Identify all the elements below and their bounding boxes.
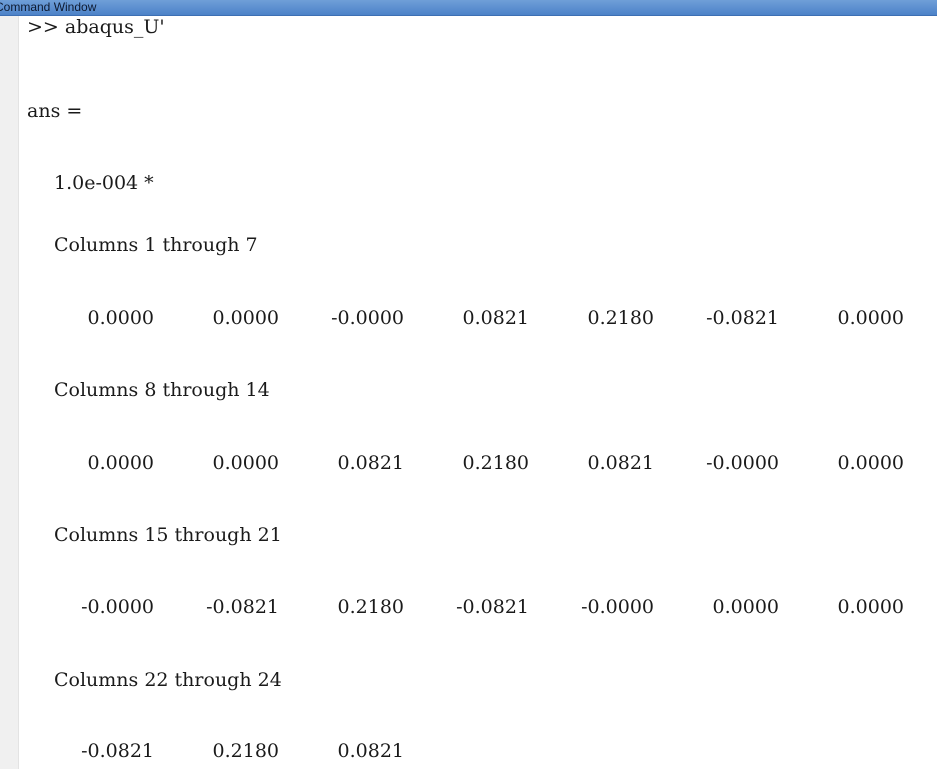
value-cell: -0.0821 bbox=[206, 596, 279, 618]
window-titlebar[interactable]: Command Window bbox=[0, 0, 937, 16]
columns-header: Columns 22 through 24 bbox=[54, 669, 282, 691]
value-cell: 0.2180 bbox=[212, 740, 279, 762]
ans-label: ans = bbox=[27, 100, 83, 122]
value-cell: 0.0000 bbox=[87, 452, 154, 474]
value-cell: -0.0821 bbox=[81, 740, 154, 762]
columns-header: Columns 15 through 21 bbox=[54, 524, 282, 546]
scale-factor: 1.0e-004 * bbox=[54, 172, 154, 194]
value-cell: 0.0000 bbox=[837, 452, 904, 474]
command-line: >> abaqus_U' bbox=[27, 16, 165, 38]
value-cell: 0.0821 bbox=[337, 740, 404, 762]
value-cell: 0.2180 bbox=[462, 452, 529, 474]
value-cell: -0.0000 bbox=[581, 596, 654, 618]
value-cell: -0.0821 bbox=[456, 596, 529, 618]
value-cell: 0.0000 bbox=[837, 596, 904, 618]
value-cell: 0.0000 bbox=[212, 307, 279, 329]
value-cell: 0.0821 bbox=[587, 452, 654, 474]
value-cell: -0.0000 bbox=[81, 596, 154, 618]
columns-header: Columns 8 through 14 bbox=[54, 379, 270, 401]
value-cell: 0.0821 bbox=[337, 452, 404, 474]
window-title: Command Window bbox=[0, 0, 97, 14]
console-gutter bbox=[0, 16, 19, 769]
value-cell: -0.0000 bbox=[706, 452, 779, 474]
value-cell: 0.2180 bbox=[337, 596, 404, 618]
value-cell: -0.0000 bbox=[331, 307, 404, 329]
columns-header: Columns 1 through 7 bbox=[54, 234, 258, 256]
value-cell: 0.0000 bbox=[212, 452, 279, 474]
command-window: Command Window >> abaqus_U' ans = 1.0e-0… bbox=[0, 0, 937, 769]
value-cell: -0.0821 bbox=[706, 307, 779, 329]
value-cell: 0.0000 bbox=[837, 307, 904, 329]
value-cell: 0.0000 bbox=[712, 596, 779, 618]
console-output[interactable]: >> abaqus_U' ans = 1.0e-004 * Columns 1 … bbox=[19, 16, 937, 769]
value-cell: 0.0000 bbox=[87, 307, 154, 329]
value-cell: 0.2180 bbox=[587, 307, 654, 329]
value-cell: 0.0821 bbox=[462, 307, 529, 329]
